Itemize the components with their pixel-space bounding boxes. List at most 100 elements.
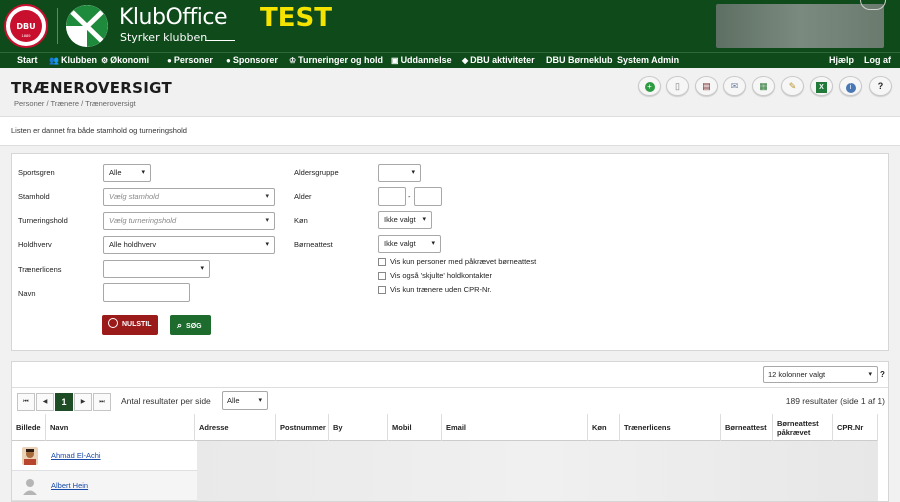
nav-item-start[interactable]: Start bbox=[17, 55, 38, 65]
sponsor-icon: ● bbox=[226, 56, 231, 65]
pager-first-button[interactable]: ⏮ bbox=[17, 393, 35, 411]
add-button[interactable]: + bbox=[638, 76, 661, 96]
row-name-link[interactable]: Albert Hein bbox=[51, 481, 88, 490]
nav-item-personer[interactable]: ● Personer bbox=[167, 55, 213, 65]
nav-item-uddannelse[interactable]: ▣ Uddannelse bbox=[391, 55, 452, 65]
report-icon: ▤ bbox=[702, 81, 711, 91]
coins-icon: ⚙ bbox=[101, 56, 109, 65]
aldersgruppe-select[interactable]: ▾ bbox=[378, 164, 421, 182]
alder-to-input[interactable] bbox=[414, 187, 442, 206]
per-page-select[interactable]: Alle ▾ bbox=[222, 391, 268, 410]
traenerlicens-select[interactable]: ▾ bbox=[103, 260, 210, 278]
column-header-adresse[interactable]: Adresse bbox=[195, 414, 276, 441]
block-icon bbox=[108, 318, 118, 329]
nav-item-klubben[interactable]: 👥 Klubben bbox=[49, 55, 97, 65]
column-header-mobil[interactable]: Mobil bbox=[388, 414, 442, 441]
turneringshold-label: Turneringshold bbox=[18, 216, 68, 225]
checkbox-hidden-contacts[interactable] bbox=[378, 272, 386, 280]
column-header-navn[interactable]: Navn bbox=[46, 414, 195, 441]
breadcrumb: Personer / Trænere / Træneroversigt bbox=[14, 99, 136, 108]
sportsgren-value: Alle bbox=[109, 168, 122, 177]
column-header-email[interactable]: Email bbox=[442, 414, 588, 441]
stamhold-label: Stamhold bbox=[18, 192, 50, 201]
turneringshold-select[interactable]: Vælg turneringshold ▾ bbox=[103, 212, 275, 230]
nav-item-turneringer[interactable]: ♔ Turneringer og hold bbox=[289, 55, 383, 65]
table-header: Billede Navn Adresse Postnummer By Mobil… bbox=[12, 414, 878, 441]
column-header-boerneattest-paakraevet[interactable]: Børneattest påkrævet bbox=[773, 414, 833, 441]
column-header-koen[interactable]: Køn bbox=[588, 414, 620, 441]
nav-label: Økonomi bbox=[110, 55, 150, 65]
column-header-by[interactable]: By bbox=[329, 414, 388, 441]
board-icon: ▣ bbox=[391, 56, 399, 65]
table-row[interactable]: Albert Hein bbox=[12, 471, 878, 501]
search-button[interactable]: ⌕ SØG bbox=[170, 315, 211, 335]
trophy-icon: ♔ bbox=[289, 56, 297, 65]
search-icon: ⌕ bbox=[177, 320, 183, 330]
report-button[interactable]: ▤ bbox=[695, 76, 718, 96]
header-divider bbox=[57, 8, 58, 44]
alder-label: Alder bbox=[294, 192, 312, 201]
info-button[interactable]: i bbox=[839, 76, 862, 96]
pager-next-button[interactable]: ▶ bbox=[74, 393, 92, 411]
row-name-link[interactable]: Ahmad El-Achi bbox=[51, 451, 101, 460]
print-list-button[interactable]: ▦ bbox=[752, 76, 775, 96]
page-title: TRÆNEROVERSIGT bbox=[11, 79, 173, 97]
brand-underline bbox=[205, 40, 235, 41]
reset-button[interactable]: NULSTIL bbox=[102, 315, 158, 335]
alder-from-input[interactable] bbox=[378, 187, 406, 206]
koen-select[interactable]: Ikke valgt ▾ bbox=[378, 211, 432, 229]
columns-select[interactable]: 12 kolonner valgt ▾ bbox=[763, 366, 878, 383]
excel-export-button[interactable]: X bbox=[810, 76, 833, 96]
nav-label: DBU Børneklub bbox=[546, 55, 613, 65]
holdhverv-select[interactable]: Alle holdhverv ▾ bbox=[103, 236, 275, 254]
checkbox-no-cpr[interactable] bbox=[378, 286, 386, 294]
column-header-traenerlicens[interactable]: Trænerlicens bbox=[620, 414, 721, 441]
checkbox-required-attest-label: Vis kun personer med påkrævet børneattes… bbox=[390, 257, 537, 266]
columns-help-icon[interactable]: ? bbox=[880, 370, 885, 379]
nav-item-system-admin[interactable]: System Admin bbox=[617, 55, 679, 65]
dbu-logo[interactable]: DBU 1889 bbox=[4, 4, 48, 48]
boerneattest-select[interactable]: Ikke valgt ▾ bbox=[378, 235, 441, 253]
nav-label: Klubben bbox=[60, 55, 97, 65]
column-header-cpr[interactable]: CPR.Nr bbox=[833, 414, 878, 441]
pager-current-page[interactable]: 1 bbox=[55, 393, 73, 411]
avatar-placeholder-icon bbox=[22, 477, 38, 495]
checkbox-hidden-contacts-label: Vis også 'skjulte' holdkontakter bbox=[390, 271, 492, 280]
info-panel: Listen er dannet fra både stamhold og tu… bbox=[0, 116, 900, 146]
navn-input[interactable] bbox=[103, 283, 190, 302]
nav-label: Uddannelse bbox=[400, 55, 452, 65]
turneringshold-placeholder: Vælg turneringshold bbox=[109, 216, 177, 225]
chevron-down-icon: ▾ bbox=[422, 216, 426, 223]
help-button[interactable]: ? bbox=[869, 76, 892, 96]
brand-title: KlubOffice bbox=[119, 5, 228, 30]
row-redacted-data bbox=[197, 471, 878, 501]
column-header-postnummer[interactable]: Postnummer bbox=[276, 414, 329, 441]
sportsgren-label: Sportsgren bbox=[18, 168, 55, 177]
nav-label: Sponsorer bbox=[232, 55, 278, 65]
edit-button[interactable]: ✎ bbox=[781, 76, 804, 96]
document-button[interactable]: ▯ bbox=[666, 76, 689, 96]
edit-icon: ✎ bbox=[788, 81, 797, 91]
checkbox-no-cpr-label: Vis kun trænere uden CPR-Nr. bbox=[390, 285, 492, 294]
nav-logout-link[interactable]: Log af bbox=[864, 55, 891, 65]
nav-item-sponsorer[interactable]: ● Sponsorer bbox=[226, 55, 278, 65]
nav-item-okonomi[interactable]: ⚙ Økonomi bbox=[101, 55, 149, 65]
nav-help-link[interactable]: Hjælp bbox=[829, 55, 854, 65]
stamhold-select[interactable]: Vælg stamhold ▾ bbox=[103, 188, 275, 206]
checkbox-required-attest[interactable] bbox=[378, 258, 386, 266]
column-header-boerneattest[interactable]: Børneattest bbox=[721, 414, 773, 441]
chevron-down-icon: ▾ bbox=[868, 371, 872, 378]
sportsgren-select[interactable]: Alle ▾ bbox=[103, 164, 151, 182]
klubooffice-logo-icon[interactable] bbox=[66, 5, 108, 47]
table-row[interactable]: Ahmad El-Achi bbox=[12, 441, 878, 471]
pager-prev-button[interactable]: ◀ bbox=[36, 393, 54, 411]
column-header-billede[interactable]: Billede bbox=[12, 414, 46, 441]
cap-icon: ◆ bbox=[462, 56, 469, 65]
pager-last-button[interactable]: ⏭ bbox=[93, 393, 111, 411]
nav-item-dbu-borneklub[interactable]: DBU Børneklub bbox=[546, 55, 613, 65]
nav-item-dbu-aktiviteter[interactable]: ◆ DBU aktiviteter bbox=[462, 55, 535, 65]
app-header: DBU 1889 KlubOffice Styrker klubben TEST bbox=[0, 0, 900, 52]
email-button[interactable]: ✉ bbox=[723, 76, 746, 96]
columns-select-value: 12 kolonner valgt bbox=[768, 370, 826, 379]
email-icon: ✉ bbox=[730, 81, 739, 91]
